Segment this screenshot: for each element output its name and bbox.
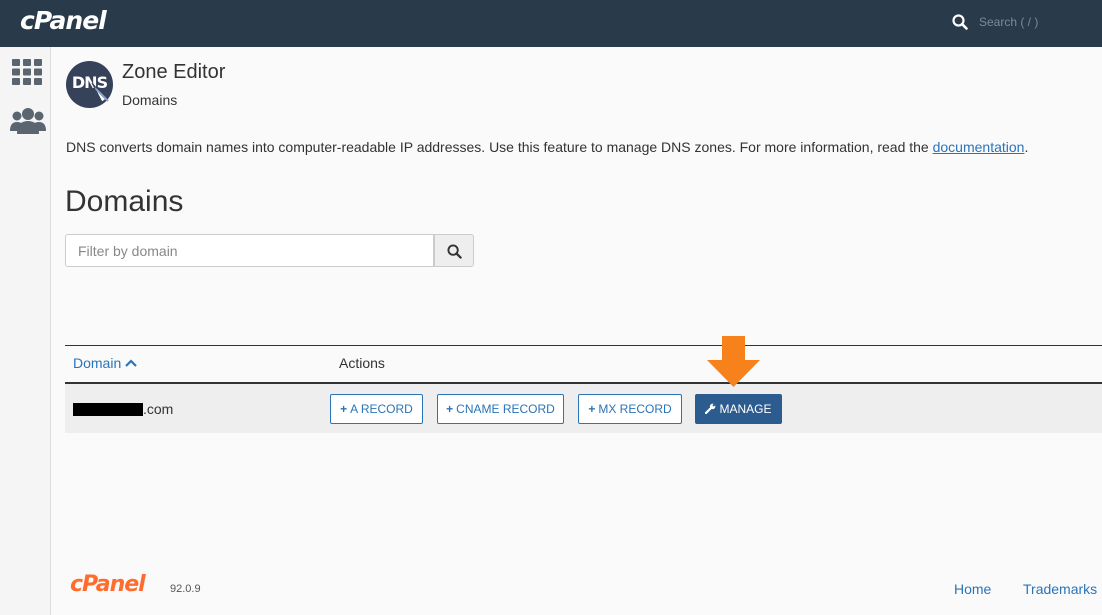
page-description: DNS converts domain names into computer-… — [66, 139, 1029, 155]
footer-link-trademarks[interactable]: Trademarks — [1023, 581, 1097, 597]
page-title: Zone Editor — [122, 61, 226, 83]
filter-search-button[interactable] — [434, 234, 474, 267]
plus-icon: + — [446, 402, 454, 416]
column-header-actions: Actions — [339, 355, 385, 371]
wrench-icon — [705, 403, 716, 415]
sort-ascending-icon[interactable] — [125, 359, 138, 367]
domains-heading: Domains — [65, 185, 184, 218]
search-icon[interactable] — [952, 14, 968, 30]
grid-icon[interactable] — [12, 59, 42, 85]
add-a-record-button[interactable]: + A RECORD — [330, 394, 423, 424]
footer-cpanel-logo[interactable]: cPanel — [70, 572, 146, 597]
footer-link-home[interactable]: Home — [954, 581, 991, 597]
page-subtitle: Domains — [122, 92, 178, 108]
cpanel-logo[interactable]: cPanel — [20, 6, 107, 35]
filter-by-domain-input[interactable] — [65, 234, 434, 267]
search-input[interactable]: Search ( / ) — [979, 15, 1038, 29]
plus-icon: + — [588, 402, 596, 416]
add-cname-record-button[interactable]: + CNAME RECORD — [437, 394, 564, 424]
search-icon — [447, 244, 462, 259]
redacted-domain-name — [73, 403, 143, 416]
dns-app-icon: DNS — [66, 61, 113, 108]
sidebar — [0, 47, 51, 615]
orange-down-arrow-annotation — [707, 336, 760, 387]
add-mx-record-button[interactable]: + MX RECORD — [578, 394, 682, 424]
table-top-border — [65, 345, 1102, 346]
users-icon[interactable] — [10, 107, 46, 134]
pencil-icon — [91, 82, 109, 103]
version-number: 92.0.9 — [170, 583, 201, 595]
top-bar: cPanel Search ( / ) — [0, 0, 1102, 47]
domain-suffix: .com — [143, 401, 174, 417]
plus-icon: + — [340, 402, 348, 416]
column-header-domain[interactable]: Domain — [73, 355, 138, 371]
manage-button[interactable]: MANAGE — [695, 394, 782, 424]
documentation-link[interactable]: documentation — [933, 139, 1025, 155]
